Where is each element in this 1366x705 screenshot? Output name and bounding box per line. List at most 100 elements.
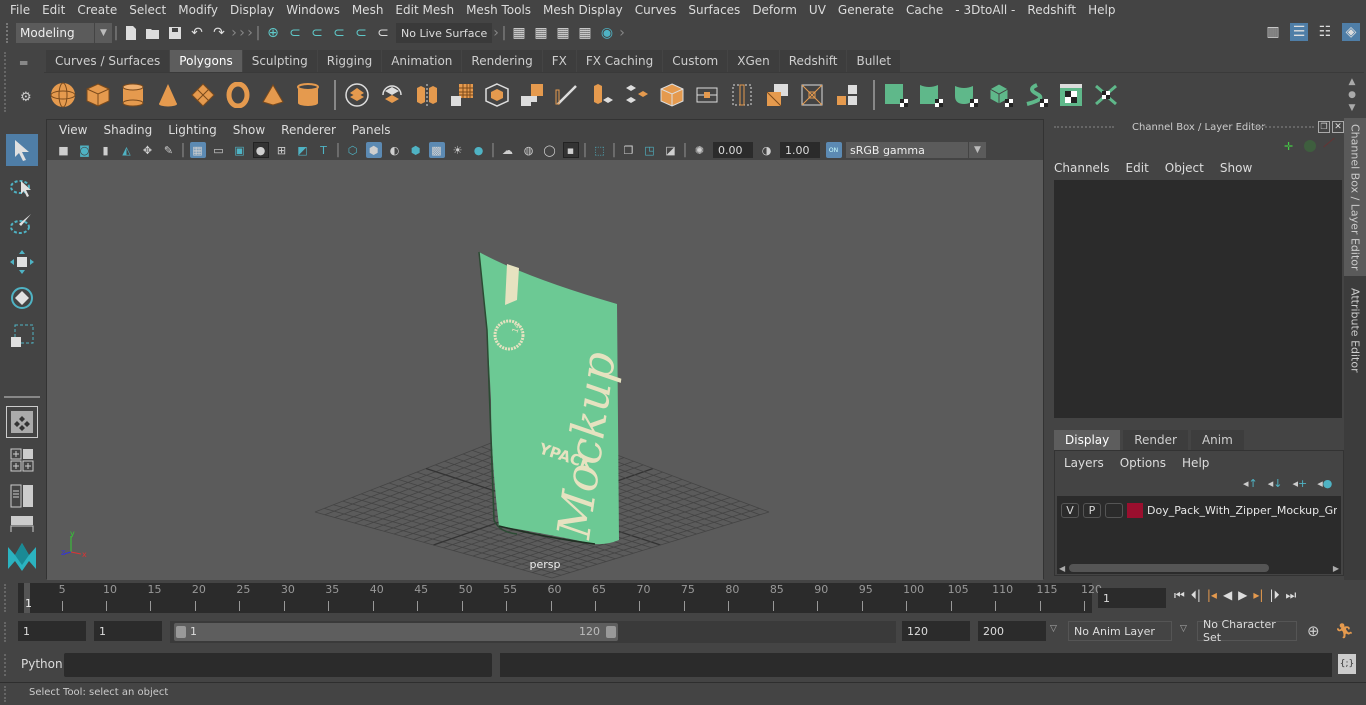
single-perspective-layout-button[interactable] xyxy=(6,406,38,438)
menu-create[interactable]: Create xyxy=(71,3,123,17)
layer-hscrollbar[interactable]: ◀ ▶ xyxy=(1057,562,1341,574)
character-set-dropdown[interactable]: No Character Set xyxy=(1197,618,1297,644)
menu-edit[interactable]: Edit xyxy=(36,3,71,17)
scroll-up-icon[interactable]: ▲ xyxy=(1349,77,1356,87)
new-scene-icon[interactable] xyxy=(122,24,140,42)
playback-end-field[interactable]: 120 xyxy=(902,621,970,641)
side-tab-attribute-editor[interactable]: Attribute Editor xyxy=(1344,282,1366,378)
field-chart-icon[interactable]: ⊞ xyxy=(274,142,290,158)
move-tool[interactable] xyxy=(6,246,38,278)
channel-box-toggle-icon[interactable]: ◈ xyxy=(1342,23,1360,41)
vp-menu-lighting[interactable]: Lighting xyxy=(160,123,225,137)
layer-display-type-toggle[interactable] xyxy=(1105,502,1123,518)
outliner-persp-layout-button[interactable] xyxy=(6,480,38,512)
channel-toggle-icon[interactable] xyxy=(1304,140,1316,152)
xray-active-icon[interactable]: ◪ xyxy=(663,142,679,158)
layer-tab-anim[interactable]: Anim xyxy=(1190,430,1244,450)
mirror-icon[interactable] xyxy=(412,80,442,110)
menu-windows[interactable]: Windows xyxy=(280,3,346,17)
vp-menu-show[interactable]: Show xyxy=(225,123,273,137)
hypershade-icon[interactable]: ◉ xyxy=(598,24,616,42)
scroll-down-icon[interactable]: ▼ xyxy=(1349,103,1356,113)
menu-generate[interactable]: Generate xyxy=(832,3,900,17)
cmd-grip[interactable] xyxy=(4,654,7,676)
exposure-icon[interactable]: ✺ xyxy=(692,142,708,158)
move-layer-up-icon[interactable]: ◂↑ xyxy=(1243,477,1258,490)
insert-edge-icon[interactable] xyxy=(762,80,792,110)
live-surface-field[interactable]: No Live Surface xyxy=(396,23,492,43)
four-view-layout-button[interactable] xyxy=(6,444,38,476)
wireframe-on-shaded-icon[interactable]: ⬢ xyxy=(408,142,424,158)
menu-curves[interactable]: Curves xyxy=(629,3,683,17)
poly-sphere-icon[interactable] xyxy=(48,80,78,110)
play-backwards-icon[interactable]: ◀ xyxy=(1223,588,1232,603)
scroll-right-icon[interactable]: ▶ xyxy=(1333,564,1339,573)
layer-menu-layers[interactable]: Layers xyxy=(1064,456,1104,470)
target-weld-icon[interactable] xyxy=(832,80,862,110)
bridge-icon[interactable] xyxy=(622,80,652,110)
range-start-handle[interactable] xyxy=(176,626,186,638)
layer-visibility-toggle[interactable]: V xyxy=(1061,502,1079,518)
move-layer-down-icon[interactable]: ◂↓ xyxy=(1268,477,1283,490)
layer-menu-help[interactable]: Help xyxy=(1182,456,1209,470)
resolution-gate-icon[interactable]: ▣ xyxy=(232,142,248,158)
range-grip[interactable] xyxy=(4,622,7,642)
new-layer-selected-icon[interactable]: ◂● xyxy=(1317,477,1332,490)
gate-mask-icon[interactable]: ● xyxy=(252,142,269,158)
redo-icon[interactable]: ↷ xyxy=(210,24,228,42)
gamma-field[interactable]: 1.00 xyxy=(780,142,820,158)
attribute-editor-toggle-icon[interactable]: ☰ xyxy=(1290,23,1308,41)
channel-menu-channels[interactable]: Channels xyxy=(1054,161,1110,175)
poly-pipe-icon[interactable] xyxy=(293,80,323,110)
channel-list[interactable] xyxy=(1054,180,1342,418)
render-view-icon[interactable]: ▦ xyxy=(510,24,528,42)
shelf-tab-rigging[interactable]: Rigging xyxy=(317,50,382,72)
layer-playback-toggle[interactable]: P xyxy=(1083,502,1101,518)
shelf-tab-rendering[interactable]: Rendering xyxy=(462,50,542,72)
menu-display[interactable]: Display xyxy=(224,3,280,17)
menu-redshift[interactable]: Redshift xyxy=(1021,3,1082,17)
menu-help[interactable]: Help xyxy=(1082,3,1121,17)
select-camera-icon[interactable]: ■ xyxy=(56,142,72,158)
default-material-icon[interactable]: ◐ xyxy=(387,142,403,158)
menu-surfaces[interactable]: Surfaces xyxy=(682,3,746,17)
snap-curve-icon[interactable]: ⊂ xyxy=(286,24,304,42)
new-layer-icon[interactable]: ◂+ xyxy=(1293,477,1308,490)
multi-cut-icon[interactable] xyxy=(552,80,582,110)
bevel-box-icon[interactable] xyxy=(482,80,512,110)
rotate-tool[interactable] xyxy=(6,282,38,314)
shelf-options-icon[interactable]: ● xyxy=(1348,90,1356,100)
grid-toggle-icon[interactable]: ▦ xyxy=(189,142,206,158)
use-all-lights-icon[interactable]: ☀ xyxy=(450,142,466,158)
uv-planar-icon[interactable] xyxy=(881,80,911,110)
modeling-toolkit-icon[interactable]: ▥ xyxy=(1264,23,1282,41)
grip-handle[interactable] xyxy=(6,23,10,43)
boolean-icon[interactable] xyxy=(797,80,827,110)
command-input[interactable] xyxy=(64,653,492,677)
step-back-key-icon[interactable]: |◂ xyxy=(1207,588,1217,603)
edge-loop-icon[interactable] xyxy=(727,80,757,110)
character-set-dropdown-arrow[interactable]: ▽ xyxy=(1180,624,1187,634)
side-tab-channel-box[interactable]: Channel Box / Layer Editor xyxy=(1344,118,1366,276)
channel-menu-show[interactable]: Show xyxy=(1220,161,1252,175)
uv-spherical-icon[interactable] xyxy=(951,80,981,110)
depth-of-field-icon[interactable]: ▪ xyxy=(562,142,579,158)
smooth-icon[interactable] xyxy=(447,80,477,110)
doy-pack-model[interactable]: 14 YPACK Mockup xyxy=(478,251,626,545)
collapse-arrow[interactable]: › xyxy=(230,24,238,42)
snap-grid-icon[interactable]: ⊕ xyxy=(264,24,282,42)
shelf-tab-xgen[interactable]: XGen xyxy=(728,50,779,72)
uv-cylindrical-icon[interactable] xyxy=(916,80,946,110)
channel-menu-object[interactable]: Object xyxy=(1165,161,1204,175)
safe-title-icon[interactable]: T xyxy=(316,142,332,158)
shelf-grip[interactable] xyxy=(4,52,7,112)
subdivide-icon[interactable] xyxy=(517,80,547,110)
safe-action-icon[interactable]: ◩ xyxy=(295,142,311,158)
crease-box-icon[interactable] xyxy=(692,80,722,110)
scroll-thumb[interactable] xyxy=(1069,564,1270,572)
snap-live-icon[interactable]: ⊂ xyxy=(352,24,370,42)
gamma-icon[interactable]: ◑ xyxy=(759,142,775,158)
shelf-scroll[interactable]: ▲ ● ▼ xyxy=(1346,77,1358,113)
select-tool[interactable] xyxy=(6,134,38,166)
step-forward-frame-icon[interactable]: |⏵ xyxy=(1269,588,1279,603)
